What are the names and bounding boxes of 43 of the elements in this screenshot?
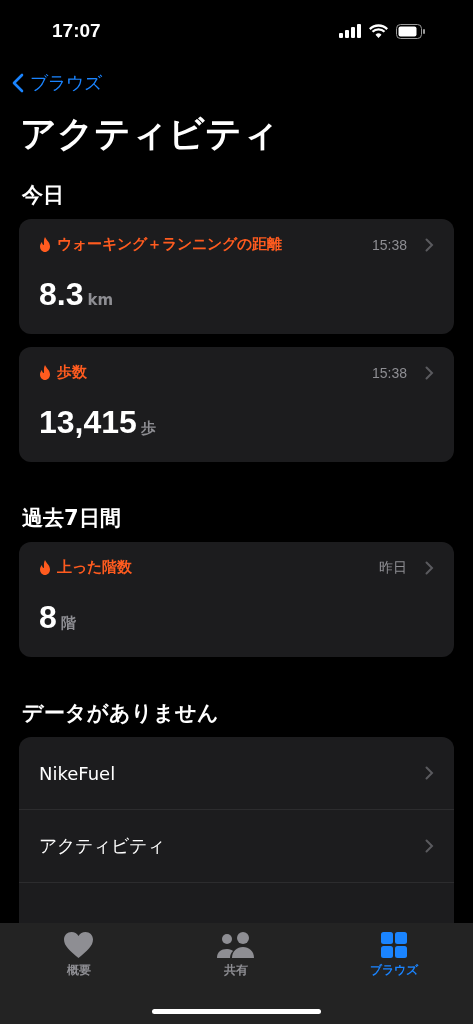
signal-icon — [339, 24, 361, 38]
chevron-icon — [425, 560, 434, 575]
metric-unit: km — [87, 291, 114, 309]
back-chevron-icon — [12, 73, 24, 93]
metric-time: 15:38 — [371, 364, 407, 381]
tab[interactable]: ブラウズ — [366, 932, 423, 988]
metric-unit: 階 — [60, 614, 76, 633]
grid-icon — [381, 932, 408, 958]
tab[interactable]: 概要 — [60, 932, 98, 988]
metric-label: 上った階数 — [57, 558, 133, 577]
status-time: 17:07 — [52, 20, 101, 42]
metric-card[interactable]: ウォーキング＋ランニングの距離 15:38 8.3 km — [19, 219, 454, 334]
page-title: アクティビティ — [20, 112, 280, 156]
chevron-icon — [425, 766, 434, 780]
list-row[interactable]: アクティビティ — [19, 810, 454, 883]
metric-value: 8.3 — [39, 276, 84, 313]
list-row[interactable]: NikeFuel — [19, 737, 454, 810]
flame-icon — [39, 365, 51, 380]
flame-icon — [39, 237, 51, 252]
metric-card[interactable]: 上った階数 昨日 8 階 — [19, 542, 454, 657]
metric-value: 8 — [39, 599, 57, 636]
battery-icon — [396, 23, 425, 39]
chevron-icon — [425, 839, 434, 853]
metric-label: 歩数 — [57, 363, 88, 382]
section-title: 今日 — [22, 182, 65, 209]
metric-value: 13,415 — [39, 404, 137, 441]
row-label: アクティビティ — [39, 834, 166, 858]
flame-icon — [39, 560, 51, 575]
metric-time: 15:38 — [371, 236, 407, 253]
row-label: NikeFuel — [39, 762, 117, 784]
metric-label: ウォーキング＋ランニングの距離 — [57, 235, 283, 254]
heart-icon — [64, 932, 94, 958]
chevron-icon — [425, 237, 434, 252]
metric-unit: 歩 — [140, 419, 156, 438]
section-title: データがありません — [22, 700, 220, 727]
wifi-icon — [369, 24, 388, 38]
people-icon — [217, 932, 256, 958]
section-title: 過去7日間 — [22, 505, 122, 532]
chevron-icon — [425, 365, 434, 380]
metric-time: 昨日 — [379, 558, 407, 577]
tab[interactable]: 共有 — [213, 932, 260, 988]
metric-card[interactable]: 歩数 15:38 13,415 歩 — [19, 347, 454, 462]
back-link[interactable]: ブラウズ — [12, 68, 102, 98]
